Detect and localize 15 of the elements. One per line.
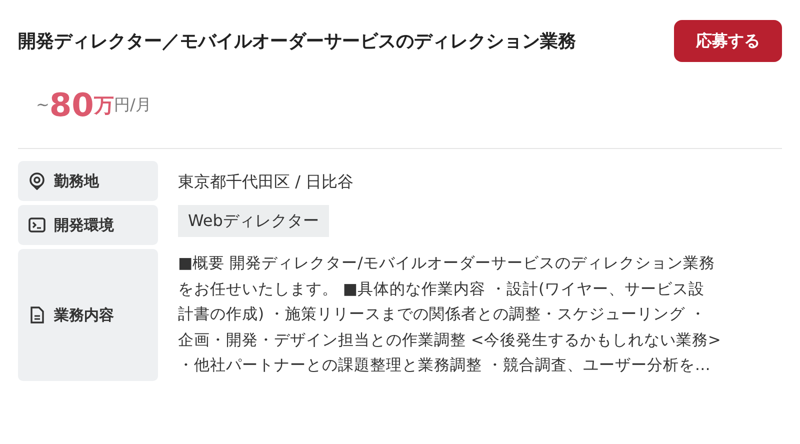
location-pin-icon <box>28 172 46 190</box>
salary-amount: 80 <box>49 89 94 121</box>
field-label: 開発環境 <box>54 214 114 236</box>
salary-unit: 万 <box>94 92 114 119</box>
document-icon <box>28 306 46 324</box>
salary-period: 円/月 <box>114 94 152 116</box>
field-label: 勤務地 <box>54 170 99 192</box>
terminal-icon <box>28 216 46 234</box>
job-title: 開発ディレクター／モバイルオーダーサービスのディレクション業務 <box>18 30 577 54</box>
apply-button[interactable]: 応募する <box>674 20 782 62</box>
skill-tag: Webディレクター <box>178 205 329 237</box>
tilde: ~ <box>36 94 50 116</box>
field-label: 業務内容 <box>54 304 114 326</box>
location-text: 東京都千代田区 / 日比谷 <box>178 172 354 191</box>
job-description: ■概要 開発ディレクター/モバイルオーダーサービスのディレクション業務 をお任せいたします。 ■具体的な作業内容 ・設計(ワイヤー、サービス設 計書の作成) ・施策リリースまでの関係者との調整・スケジューリング ・ 企画・開発・デザイン担当との作業調整 <今後発生するかもしれない業務> ・他社パートナーとの課題整理と業務調整 ・競合調査、ユーザー分析を… <box>178 253 721 376</box>
